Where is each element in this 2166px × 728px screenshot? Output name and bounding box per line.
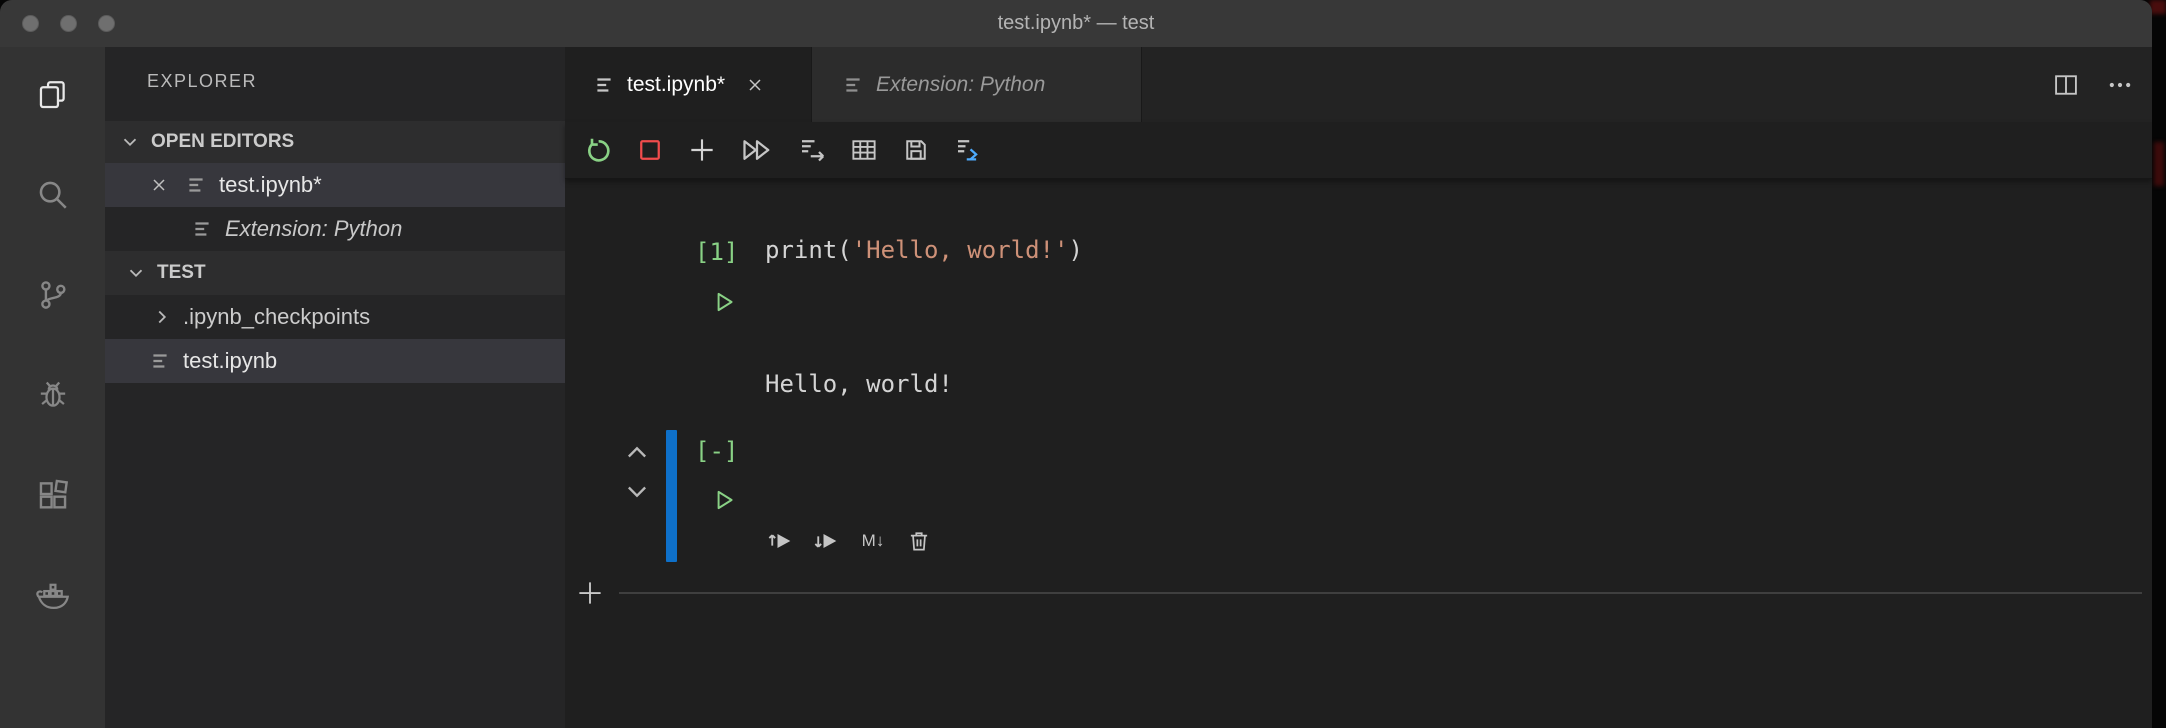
export-python-script-icon[interactable]: [951, 133, 985, 167]
notebook-toolbar: [565, 122, 2152, 179]
notebook-file-icon: [842, 74, 864, 96]
move-cell-down-icon[interactable]: [622, 476, 652, 506]
execution-count: [-]: [695, 437, 739, 465]
open-editor-item-extension-python[interactable]: Extension: Python: [105, 207, 565, 251]
section-label: TEST: [157, 262, 206, 283]
notebook-file-icon: [593, 74, 615, 96]
save-icon[interactable]: [899, 133, 933, 167]
execution-count: [1]: [695, 238, 739, 266]
close-window-button[interactable]: [22, 15, 39, 32]
titlebar: test.ipynb* — test: [0, 0, 2152, 47]
wallpaper-detail: [2150, 0, 2166, 14]
code-token-string: 'Hello, world!': [851, 236, 1069, 264]
window-title: test.ipynb* — test: [997, 12, 1155, 34]
notebook-content: [1] print('Hello, world!') Hello, world!…: [565, 178, 2152, 728]
code-token: ): [1068, 236, 1083, 264]
notebook-file-icon: [191, 218, 213, 240]
explorer-sidebar: EXPLORER OPEN EDITORS test.ipynb* Extens…: [105, 47, 565, 728]
export-icon[interactable]: [795, 133, 829, 167]
sidebar-title: EXPLORER: [147, 71, 258, 91]
cell-toolbar: M↓: [765, 526, 935, 556]
tab-bar: test.ipynb* Extension: Python: [565, 47, 2152, 122]
code-cell-editor[interactable]: print('Hello, world!'): [765, 236, 1083, 264]
editor-actions: [2052, 47, 2134, 122]
run-cells-above-icon[interactable]: [765, 526, 797, 556]
tab-test-ipynb[interactable]: test.ipynb*: [565, 47, 812, 122]
tab-extension-python[interactable]: Extension: Python: [812, 47, 1142, 122]
variable-explorer-icon[interactable]: [847, 133, 881, 167]
wallpaper-detail: [2154, 142, 2164, 186]
tree-item-test-ipynb[interactable]: test.ipynb: [105, 339, 565, 383]
more-actions-icon[interactable]: [2106, 71, 2134, 99]
tree-item-label: test.ipynb: [183, 348, 278, 373]
explorer-icon[interactable]: [31, 73, 75, 117]
desktop-background: test.ipynb* — test EXPLORER OPEN EDITORS…: [0, 0, 2166, 728]
run-cell-icon[interactable]: [710, 486, 738, 514]
interrupt-kernel-icon[interactable]: [633, 133, 667, 167]
open-editor-label: test.ipynb*: [219, 172, 322, 197]
cell-output: Hello, world!: [765, 370, 953, 398]
traffic-lights: [22, 0, 115, 47]
selected-cell-indicator: [666, 430, 677, 562]
activity-bar: [0, 47, 105, 728]
zoom-window-button[interactable]: [98, 15, 115, 32]
notebook-file-icon: [149, 350, 171, 372]
run-cell-icon[interactable]: [710, 288, 738, 316]
tab-label: Extension: Python: [876, 72, 1046, 96]
open-editor-item-test-ipynb[interactable]: test.ipynb*: [105, 163, 565, 207]
chevron-down-icon: [119, 131, 141, 153]
delete-cell-icon[interactable]: [903, 526, 935, 556]
move-cell-up-icon[interactable]: [622, 438, 652, 468]
extensions-icon[interactable]: [31, 473, 75, 517]
split-editor-icon[interactable]: [2052, 71, 2080, 99]
section-test-folder[interactable]: TEST: [105, 251, 565, 295]
run-cells-below-icon[interactable]: [811, 526, 843, 556]
markdown-icon[interactable]: M↓: [857, 526, 889, 556]
docker-icon[interactable]: [31, 573, 75, 617]
debug-icon[interactable]: [31, 373, 75, 417]
open-editor-label: Extension: Python: [225, 216, 403, 241]
tab-label: test.ipynb*: [627, 72, 726, 96]
add-cell-divider: [573, 578, 2142, 608]
search-icon[interactable]: [31, 173, 75, 217]
chevron-down-icon: [125, 262, 147, 284]
restart-kernel-icon[interactable]: [581, 133, 615, 167]
chevron-right-icon: [151, 306, 173, 328]
tree-item-ipynb-checkpoints[interactable]: .ipynb_checkpoints: [105, 295, 565, 339]
minimize-window-button[interactable]: [60, 15, 77, 32]
close-icon[interactable]: [745, 75, 765, 95]
vscode-window: test.ipynb* — test EXPLORER OPEN EDITORS…: [0, 0, 2152, 728]
source-control-icon[interactable]: [31, 273, 75, 317]
run-all-cells-icon[interactable]: [737, 133, 777, 167]
editor-area: test.ipynb* Extension: Python [1] print(…: [565, 47, 2152, 728]
add-cell-icon[interactable]: [685, 133, 719, 167]
section-label: OPEN EDITORS: [151, 131, 295, 152]
notebook-file-icon: [185, 174, 207, 196]
close-icon[interactable]: [149, 175, 169, 195]
add-cell-plus-icon[interactable]: [573, 578, 607, 608]
section-open-editors[interactable]: OPEN EDITORS: [105, 121, 565, 163]
add-cell-rule: [619, 592, 2142, 594]
code-token: print(: [765, 236, 852, 264]
tree-item-label: .ipynb_checkpoints: [183, 304, 371, 329]
